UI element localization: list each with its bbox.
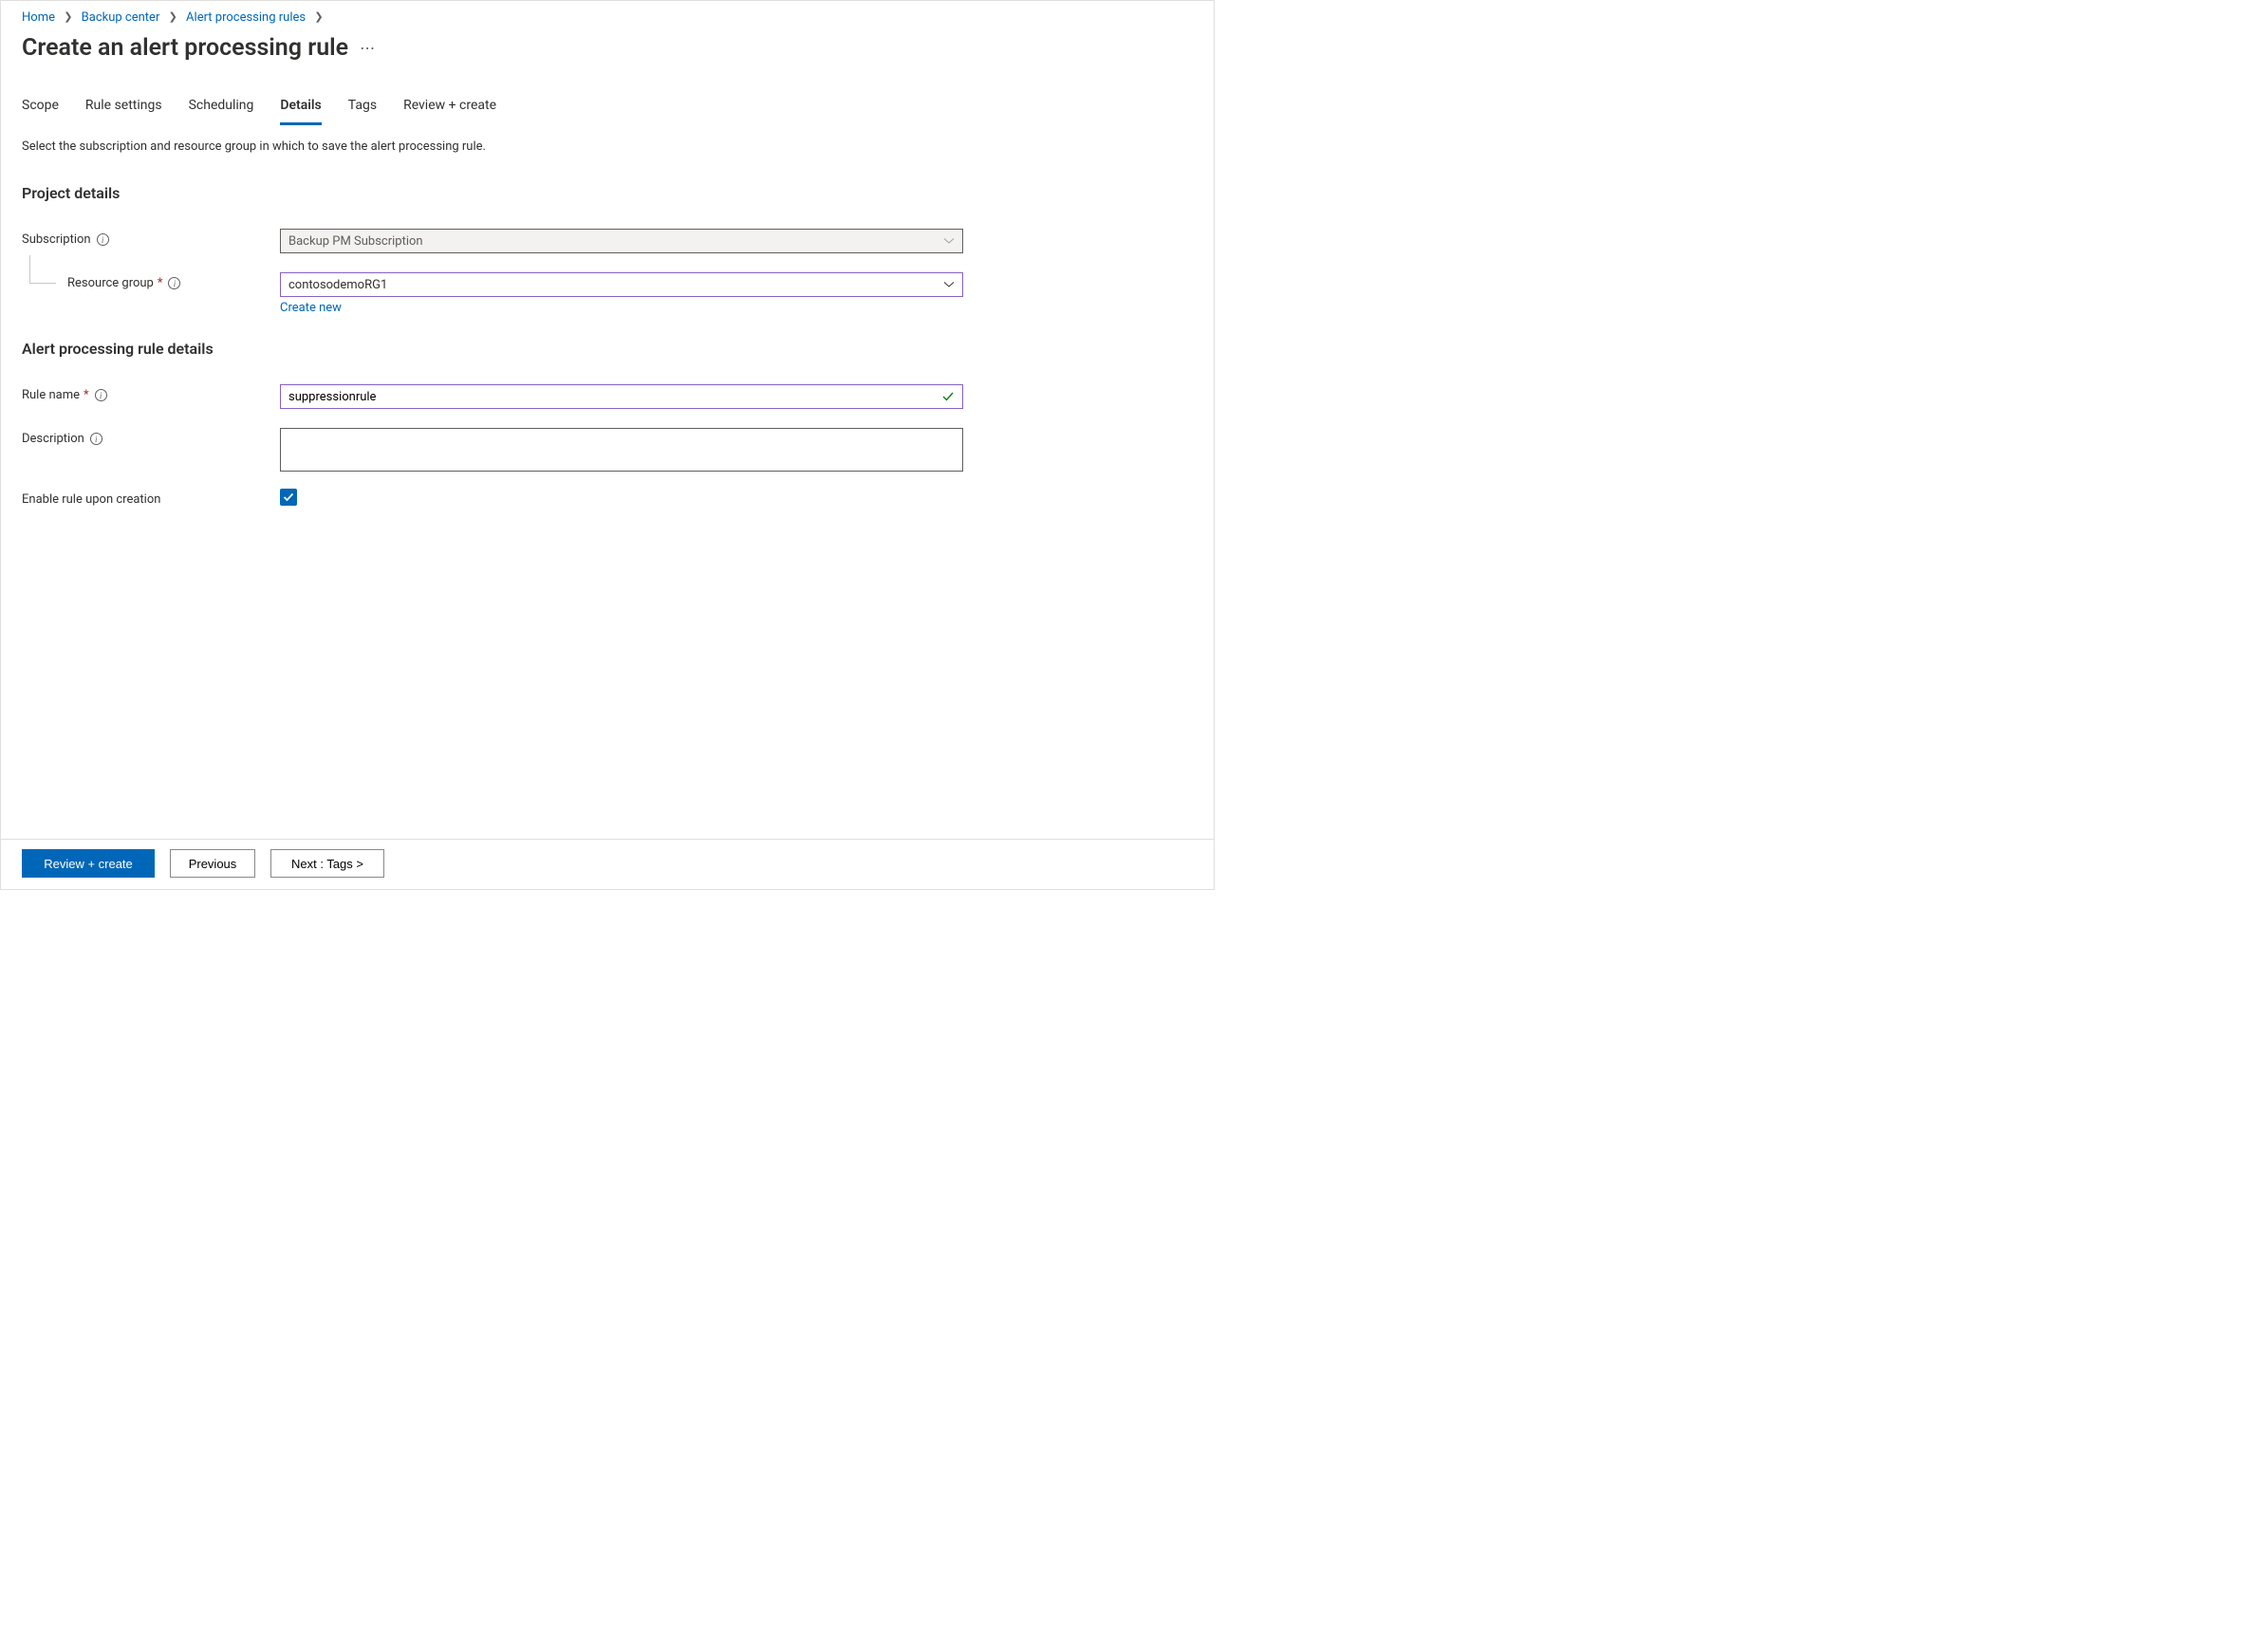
page-title: Create an alert processing rule bbox=[22, 34, 348, 62]
tab-rule-settings[interactable]: Rule settings bbox=[85, 98, 162, 125]
label-resource-group: Resource group * i bbox=[22, 272, 280, 290]
create-new-link[interactable]: Create new bbox=[280, 301, 342, 315]
enable-checkbox[interactable] bbox=[280, 489, 297, 506]
title-row: Create an alert processing rule ⋯ bbox=[22, 34, 1193, 62]
section-heading-project: Project details bbox=[22, 184, 1193, 202]
row-resource-group: Resource group * i contosodemoRG1 Create… bbox=[22, 272, 1193, 315]
required-indicator: * bbox=[84, 388, 89, 402]
resource-group-select-value: contosodemoRG1 bbox=[288, 278, 387, 292]
checkmark-icon bbox=[941, 390, 955, 403]
rule-name-input[interactable] bbox=[288, 390, 936, 404]
page-root: Home ❯ Backup center ❯ Alert processing … bbox=[0, 0, 1215, 890]
rule-name-input-wrapper[interactable] bbox=[280, 384, 963, 409]
chevron-right-icon: ❯ bbox=[64, 10, 72, 23]
label-description: Description i bbox=[22, 428, 280, 446]
more-actions-button[interactable]: ⋯ bbox=[360, 39, 376, 57]
chevron-down-icon bbox=[943, 279, 955, 290]
info-icon[interactable]: i bbox=[95, 389, 107, 401]
tab-details[interactable]: Details bbox=[280, 98, 321, 125]
review-create-button[interactable]: Review + create bbox=[22, 849, 155, 878]
intro-text: Select the subscription and resource gro… bbox=[22, 139, 1193, 154]
tab-tags[interactable]: Tags bbox=[348, 98, 377, 125]
label-enable: Enable rule upon creation bbox=[22, 489, 280, 507]
indent-connector bbox=[29, 255, 56, 284]
breadcrumb-link-backup-center[interactable]: Backup center bbox=[82, 10, 160, 25]
label-description-text: Description bbox=[22, 432, 84, 446]
next-button[interactable]: Next : Tags > bbox=[270, 849, 384, 878]
content-area: Home ❯ Backup center ❯ Alert processing … bbox=[1, 1, 1214, 839]
chevron-right-icon: ❯ bbox=[169, 10, 177, 23]
row-description: Description i bbox=[22, 428, 1193, 472]
label-subscription: Subscription i bbox=[22, 229, 280, 247]
info-icon[interactable]: i bbox=[168, 277, 180, 289]
breadcrumb-link-home[interactable]: Home bbox=[22, 10, 55, 25]
label-subscription-text: Subscription bbox=[22, 232, 91, 247]
tab-scheduling[interactable]: Scheduling bbox=[189, 98, 254, 125]
label-enable-text: Enable rule upon creation bbox=[22, 492, 160, 507]
breadcrumb: Home ❯ Backup center ❯ Alert processing … bbox=[22, 9, 1193, 30]
chevron-right-icon: ❯ bbox=[314, 10, 323, 23]
tabs: Scope Rule settings Scheduling Details T… bbox=[22, 98, 1193, 126]
tab-scope[interactable]: Scope bbox=[22, 98, 59, 125]
label-resource-group-text: Resource group bbox=[67, 276, 154, 290]
previous-button[interactable]: Previous bbox=[170, 849, 255, 878]
label-rule-name-text: Rule name bbox=[22, 388, 80, 402]
description-input[interactable] bbox=[280, 428, 963, 472]
section-heading-rule: Alert processing rule details bbox=[22, 340, 1193, 358]
breadcrumb-link-alert-rules[interactable]: Alert processing rules bbox=[186, 10, 306, 25]
row-subscription: Subscription i Backup PM Subscription bbox=[22, 229, 1193, 255]
tab-review-create[interactable]: Review + create bbox=[403, 98, 496, 125]
row-rule-name: Rule name * i bbox=[22, 384, 1193, 411]
info-icon[interactable]: i bbox=[90, 433, 102, 445]
label-rule-name: Rule name * i bbox=[22, 384, 280, 402]
subscription-select-value: Backup PM Subscription bbox=[288, 234, 423, 249]
resource-group-select[interactable]: contosodemoRG1 bbox=[280, 272, 963, 297]
row-enable: Enable rule upon creation bbox=[22, 489, 1193, 515]
subscription-select: Backup PM Subscription bbox=[280, 229, 963, 253]
required-indicator: * bbox=[158, 276, 163, 290]
footer: Review + create Previous Next : Tags > bbox=[1, 839, 1214, 889]
info-icon[interactable]: i bbox=[97, 233, 109, 246]
chevron-down-icon bbox=[943, 235, 955, 247]
